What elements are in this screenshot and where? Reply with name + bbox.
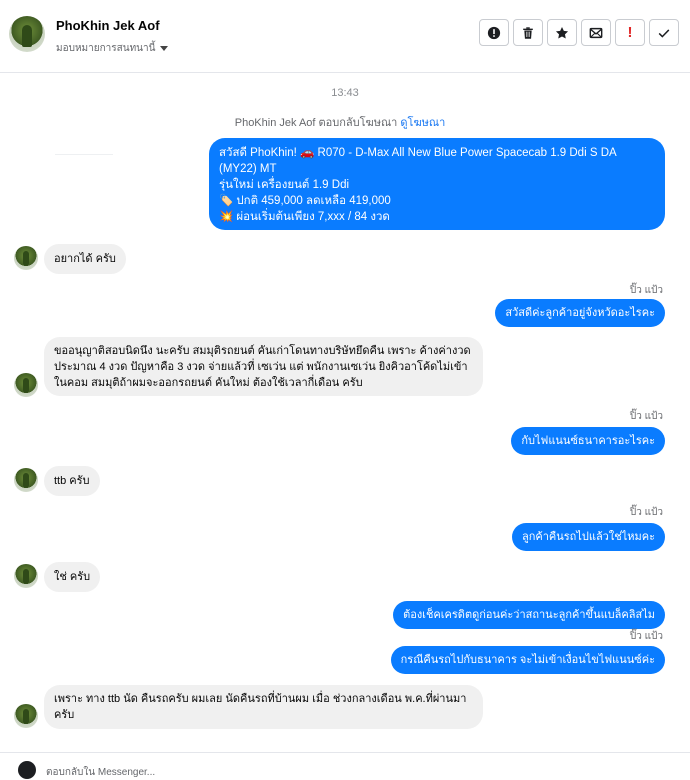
incoming-message[interactable]: ขออนุญาติสอบนิดนึง นะครับ สมมุติรถยนต์ ค…	[44, 337, 483, 396]
incoming-message[interactable]: ใช่ ครับ	[44, 562, 101, 592]
alert-button[interactable]	[479, 19, 509, 46]
spam-button[interactable]: !	[615, 19, 645, 46]
alert-circle-icon	[487, 26, 501, 39]
sender-name: ปิ๊ว แป้ว	[629, 507, 663, 518]
star-button[interactable]	[547, 19, 577, 46]
avatar[interactable]	[9, 16, 45, 52]
timestamp: 13:43	[331, 87, 359, 99]
header-actions: !	[479, 19, 679, 46]
mark-unread-button[interactable]	[581, 19, 611, 46]
assign-label: มอบหมายการสนทนานี้	[56, 43, 156, 54]
contact-name[interactable]: PhoKhin Jek Aof	[56, 18, 160, 33]
avatar[interactable]	[14, 373, 38, 397]
ad-message-bubble[interactable]: สวัสดี PhoKhin! 🚗 R070 - D-Max All New B…	[209, 138, 665, 230]
assign-conversation-dropdown[interactable]: มอบหมายการสนทนานี้	[56, 41, 169, 56]
incoming-message[interactable]: เพราะ ทาง ttb นัด คืนรถครับ ผมเลย นัดคืน…	[44, 685, 483, 729]
installment-text: ผ่อนเริ่มต้นเพียง 7,xxx / 84 งวด	[236, 211, 390, 223]
trash-icon	[523, 26, 533, 39]
avatar[interactable]	[14, 246, 38, 270]
conversation-header: PhoKhin Jek Aof มอบหมายการสนทนานี้ !	[0, 0, 690, 73]
sender-name: ปิ๊ว แป้ว	[629, 631, 663, 642]
ad-image-placeholder	[55, 154, 113, 161]
incoming-message[interactable]: อยากได้ ครับ	[44, 244, 126, 274]
outgoing-message[interactable]: กรณีคืนรถไปกับธนาคาร จะไม่เข้าเงื่อนไขไฟ…	[390, 646, 665, 674]
sender-name: ปิ๊ว แป้ว	[629, 411, 663, 422]
outgoing-message[interactable]: ต้องเช็คเครดิตดูก่อนค่ะว่าสถานะลูกค้าขึ้…	[393, 601, 665, 629]
sender-name: ปิ๊ว แป้ว	[629, 285, 663, 296]
outgoing-message[interactable]: กับไฟแนนซ์ธนาคารอะไรคะ	[511, 427, 665, 455]
avatar[interactable]	[14, 468, 38, 492]
avatar[interactable]	[14, 704, 38, 728]
reply-bar: ตอบกลับใน Messenger...	[0, 752, 690, 779]
ad-line-installment: 💥 ผ่อนเริ่มต้นเพียง 7,xxx / 84 งวด	[219, 209, 655, 225]
ad-line-title: สวัสดี PhoKhin! 🚗 R070 - D-Max All New B…	[219, 147, 617, 159]
delete-button[interactable]	[513, 19, 543, 46]
tag-icon: 🏷️	[219, 195, 234, 207]
exclamation-icon: !	[627, 24, 633, 41]
envelope-icon	[589, 27, 603, 38]
caret-down-icon	[160, 45, 169, 51]
check-icon	[658, 28, 670, 38]
page-avatar	[18, 761, 36, 779]
star-icon	[555, 26, 569, 39]
ad-line-model: (MY22) MT	[219, 163, 277, 175]
ad-line-engine: รุ่นใหม่ เครื่องยนต์ 1.9 Ddi	[219, 179, 350, 191]
price-text: ปกติ 459,000 ลดเหลือ 419,000	[236, 195, 391, 207]
ad-reply-text: PhoKhin Jek Aof ตอบกลับโฆษณา	[234, 117, 398, 129]
done-button[interactable]	[649, 19, 679, 46]
burst-icon: 💥	[219, 211, 234, 223]
outgoing-message[interactable]: ลูกค้าคืนรถไปแล้วใช่ไหมคะ	[511, 523, 665, 551]
incoming-message[interactable]: ttb ครับ	[44, 466, 100, 496]
ad-line-price: 🏷️ ปกติ 459,000 ลดเหลือ 419,000	[219, 193, 655, 209]
outgoing-message[interactable]: สวัสดีค่ะลูกค้าอยู่จังหวัดอะไรคะ	[495, 299, 665, 327]
view-ad-link[interactable]: ดูโฆษณา	[400, 117, 445, 129]
avatar[interactable]	[14, 564, 38, 588]
ad-reply-note: PhoKhin Jek Aof ตอบกลับโฆษณา ดูโฆษณา	[0, 113, 680, 131]
